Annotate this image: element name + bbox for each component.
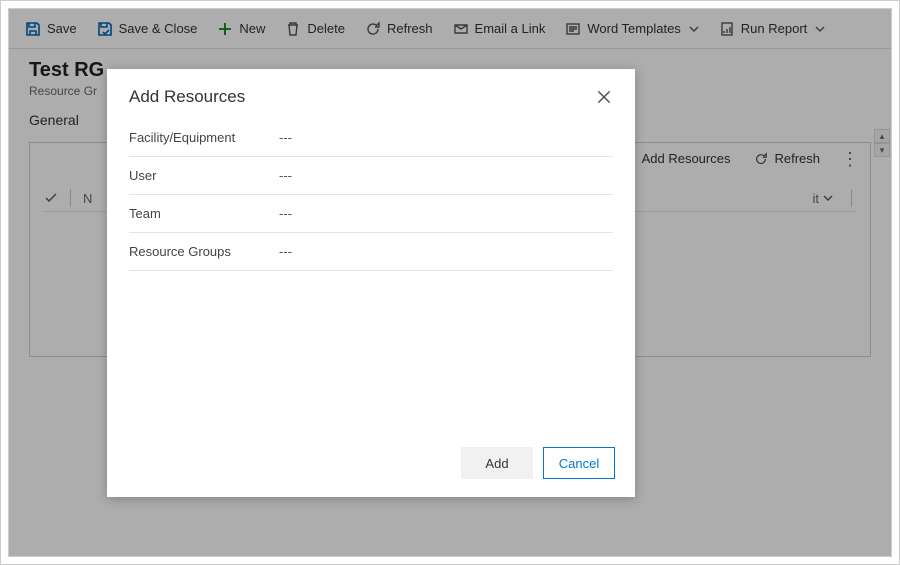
field-value: --- <box>279 206 292 221</box>
field-value: --- <box>279 130 292 145</box>
field-team[interactable]: Team --- <box>129 195 613 233</box>
field-label: Resource Groups <box>129 244 279 259</box>
dialog-body: Facility/Equipment --- User --- Team ---… <box>107 115 635 435</box>
field-user[interactable]: User --- <box>129 157 613 195</box>
close-icon[interactable] <box>595 88 613 106</box>
add-button[interactable]: Add <box>461 447 533 479</box>
dialog-footer: Add Cancel <box>107 435 635 497</box>
field-label: Facility/Equipment <box>129 130 279 145</box>
field-facility-equipment[interactable]: Facility/Equipment --- <box>129 119 613 157</box>
field-resource-groups[interactable]: Resource Groups --- <box>129 233 613 271</box>
cancel-button[interactable]: Cancel <box>543 447 615 479</box>
field-label: Team <box>129 206 279 221</box>
dialog-title: Add Resources <box>129 87 595 107</box>
add-resources-dialog: Add Resources Facility/Equipment --- Use… <box>107 69 635 497</box>
field-label: User <box>129 168 279 183</box>
field-value: --- <box>279 244 292 259</box>
field-value: --- <box>279 168 292 183</box>
